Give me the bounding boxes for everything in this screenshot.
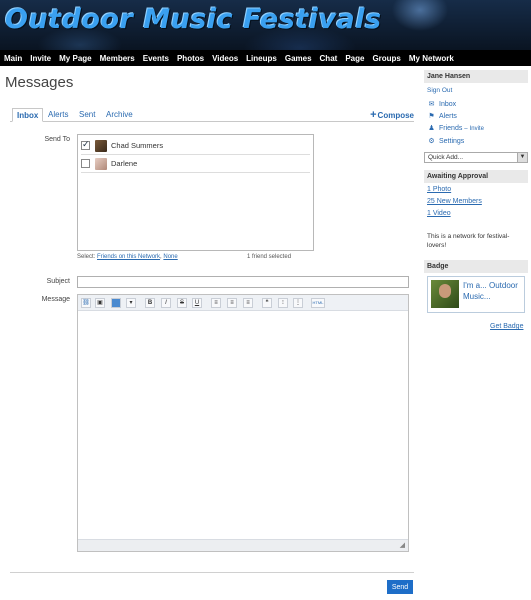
nav-chat[interactable]: Chat	[320, 54, 338, 63]
select-none-link[interactable]: None	[163, 254, 177, 260]
bullet-list-icon[interactable]: ⁝	[278, 298, 288, 308]
send-to-label: Send To	[44, 136, 70, 143]
nav-games[interactable]: Games	[285, 54, 312, 63]
nav-invite[interactable]: Invite	[30, 54, 51, 63]
nav-main[interactable]: Main	[4, 54, 22, 63]
sidebar-inbox-label: Inbox	[439, 101, 457, 108]
site-title[interactable]: Outdoor Music Festivals	[5, 4, 382, 35]
main-nav: Main Invite My Page Members Events Photo…	[0, 50, 531, 66]
message-tabs: Inbox Alerts Sent Archive +Compose	[10, 108, 414, 122]
nav-events[interactable]: Events	[143, 54, 169, 63]
recipient-item[interactable]: Chad Summers	[81, 137, 310, 155]
sidebar-item-alerts[interactable]: ⚑ Alerts	[427, 112, 457, 120]
message-label: Message	[41, 296, 70, 303]
gear-icon: ⚙	[428, 138, 435, 145]
tab-sent[interactable]: Sent	[75, 108, 99, 122]
underline-icon[interactable]: U	[192, 298, 202, 308]
sign-out-link[interactable]: Sign Out	[427, 87, 452, 94]
recipient-item[interactable]: Darlene	[81, 155, 310, 173]
avatar	[431, 280, 459, 308]
nav-page[interactable]: Page	[345, 54, 364, 63]
recipient-name: Chad Summers	[111, 141, 164, 150]
recipient-checkbox[interactable]	[81, 139, 90, 150]
resize-grip-icon[interactable]: ◢	[400, 541, 405, 549]
align-left-icon[interactable]: ≡	[211, 298, 221, 308]
align-center-icon[interactable]: ≡	[227, 298, 237, 308]
sidebar-invite-link[interactable]: Invite	[470, 126, 484, 132]
selected-count: 1 friend selected	[247, 254, 292, 260]
sidebar-item-inbox[interactable]: ✉ Inbox	[427, 100, 457, 108]
send-button[interactable]: Send	[387, 580, 413, 594]
subject-label: Subject	[46, 278, 70, 285]
person-icon: ♟	[428, 125, 435, 132]
site-banner: Outdoor Music Festivals	[0, 0, 531, 50]
quote-icon[interactable]: ❝	[262, 298, 272, 308]
sidebar-item-friends[interactable]: ♟ Friends – Invite	[427, 124, 484, 132]
compose-label: Compose	[377, 111, 414, 120]
recipient-name: Darlene	[111, 159, 138, 168]
tab-alerts[interactable]: Alerts	[44, 108, 72, 122]
image-icon[interactable]: ▣	[95, 298, 105, 308]
plus-icon: +	[370, 109, 377, 121]
badge-text: I'm a... Outdoor Music...	[463, 281, 518, 301]
user-name: Jane Hansen	[424, 70, 528, 83]
sidebar-settings-label: Settings	[439, 138, 465, 145]
align-right-icon[interactable]: ≡	[243, 298, 253, 308]
page-title: Messages	[5, 74, 74, 91]
form-divider	[10, 572, 414, 573]
awaiting-photo-link[interactable]: 1 Photo	[427, 186, 451, 193]
avatar	[95, 157, 107, 170]
editor-statusbar: ◢	[78, 539, 408, 551]
sidebar-friends-label: Friends	[439, 125, 463, 132]
nav-lineups[interactable]: Lineups	[246, 54, 277, 63]
editor-toolbar: ⛓ ▣ ▾ B I S U ≡ ≡ ≡ ❝ ⁝ ⋮ HTML	[78, 295, 408, 311]
awaiting-approval-title: Awaiting Approval	[424, 170, 528, 183]
strikethrough-icon[interactable]: S	[177, 298, 187, 308]
link-icon[interactable]: ⛓	[81, 298, 91, 308]
recipient-list[interactable]: Chad Summers Darlene	[77, 134, 314, 251]
flag-icon: ⚑	[428, 113, 435, 120]
subject-input[interactable]	[77, 276, 409, 288]
select-prefix: Select:	[77, 254, 96, 260]
quick-add-select[interactable]: Quick Add... ▼	[424, 152, 528, 163]
select-friends-link[interactable]: Friends on this Network	[97, 254, 160, 260]
more-icon[interactable]: ▾	[126, 298, 136, 308]
message-editor[interactable]: ⛓ ▣ ▾ B I S U ≡ ≡ ≡ ❝ ⁝ ⋮ HTML ◢	[77, 294, 409, 552]
italic-icon[interactable]: I	[161, 298, 171, 308]
separator: –	[464, 126, 468, 132]
badge-title: Badge	[424, 260, 528, 273]
nav-my-network[interactable]: My Network	[409, 54, 454, 63]
tab-inbox[interactable]: Inbox	[12, 108, 44, 122]
chevron-down-icon[interactable]: ▼	[517, 153, 527, 162]
avatar	[95, 139, 107, 152]
awaiting-video-link[interactable]: 1 Video	[427, 210, 451, 217]
network-description: This is a network for festival-lovers!	[427, 233, 510, 249]
recipient-checkbox[interactable]	[81, 159, 90, 168]
nav-photos[interactable]: Photos	[177, 54, 204, 63]
nav-my-page[interactable]: My Page	[59, 54, 91, 63]
tab-archive[interactable]: Archive	[102, 108, 137, 122]
envelope-icon: ✉	[428, 101, 435, 108]
sidebar-item-settings[interactable]: ⚙ Settings	[427, 137, 464, 145]
compose-button[interactable]: +Compose	[370, 108, 414, 123]
numbered-list-icon[interactable]: ⋮	[293, 298, 303, 308]
member-badge[interactable]: I'm a... Outdoor Music...	[427, 276, 525, 313]
select-controls: Select: Friends on this Network, None	[77, 254, 178, 260]
bold-icon[interactable]: B	[145, 298, 155, 308]
awaiting-members-link[interactable]: 25 New Members	[427, 198, 482, 205]
html-icon[interactable]: HTML	[311, 298, 325, 308]
get-badge-link[interactable]: Get Badge	[490, 323, 523, 330]
quick-add-value: Quick Add...	[428, 154, 464, 161]
sidebar-alerts-label: Alerts	[439, 113, 457, 120]
nav-videos[interactable]: Videos	[212, 54, 238, 63]
nav-groups[interactable]: Groups	[372, 54, 400, 63]
media-icon[interactable]	[111, 298, 121, 308]
nav-members[interactable]: Members	[100, 54, 135, 63]
